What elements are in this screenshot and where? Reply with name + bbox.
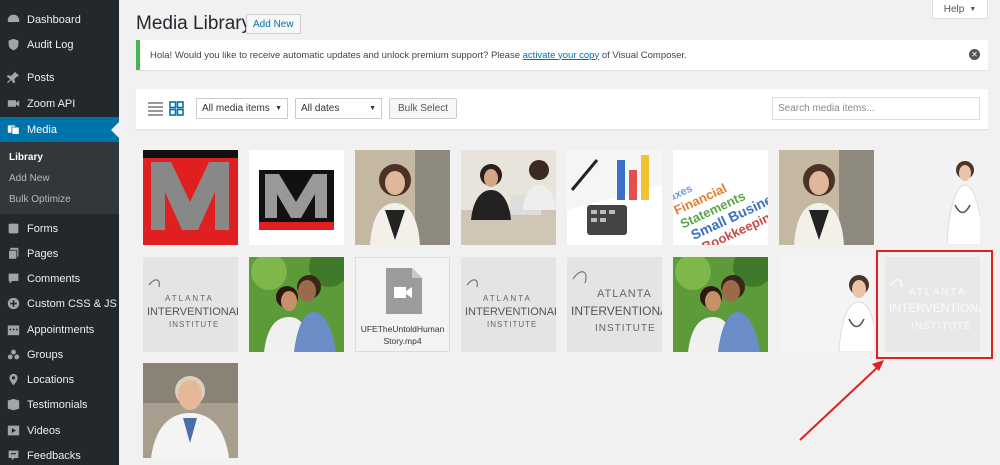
sidebar-item-videos[interactable]: Videos <box>0 418 119 443</box>
sidebar-item-audit-log[interactable]: Audit Log <box>0 32 119 57</box>
comment-icon <box>6 272 20 286</box>
calendar-icon <box>6 323 20 337</box>
media-tile-accounting-words[interactable]: Taxes Financial Statements Small Business Bo… <box>673 150 768 245</box>
sidebar-item-custom-css-js[interactable]: Custom CSS & JS <box>0 291 119 316</box>
media-toolbar: All media items ▼ All dates ▼ Bulk Select <box>136 89 988 129</box>
location-icon <box>6 373 20 387</box>
svg-text:INTERVENTIONAL: INTERVENTIONAL <box>571 304 662 318</box>
media-tile-atlanta-logo[interactable]: ATLANTA INTERVENTIONAL INSTITUTE <box>143 257 238 352</box>
submenu-bulk-optimize[interactable]: Bulk Optimize <box>9 194 71 205</box>
sidebar-item-testimonials[interactable]: Testimonials <box>0 392 119 417</box>
svg-text:ATLANTA: ATLANTA <box>165 294 214 303</box>
media-tile-logo-m-red[interactable] <box>143 150 238 245</box>
sidebar-item-label: Forms <box>27 222 59 235</box>
sidebar-item-appointments[interactable]: Appointments <box>0 317 119 342</box>
media-tile-woman-portrait[interactable] <box>355 150 450 245</box>
sidebar-item-label: Appointments <box>27 323 95 336</box>
sidebar-item-label: Audit Log <box>27 38 74 51</box>
chevron-down-icon: ▼ <box>369 105 376 112</box>
svg-text:INTERVENTIONAL: INTERVENTIONAL <box>465 306 556 318</box>
video-camera-icon <box>6 97 20 111</box>
feedback-icon <box>6 449 20 463</box>
media-type-select[interactable]: All media items ▼ <box>196 98 288 119</box>
sidebar-item-label: Testimonials <box>27 398 88 411</box>
sidebar-item-label: Custom CSS & JS <box>27 297 117 310</box>
sidebar-item-pages[interactable]: Pages <box>0 241 119 266</box>
grid-view-icon[interactable] <box>169 101 184 116</box>
pages-icon <box>6 247 20 261</box>
sidebar-item-posts[interactable]: Posts <box>0 65 119 90</box>
media-tile-female-doctor-2[interactable] <box>779 257 874 352</box>
sidebar-item-dashboard[interactable]: Dashboard <box>0 7 119 32</box>
video-filename: UFETheUntoldHumanStory.mp4 <box>360 324 445 346</box>
sidebar-item-feedbacks[interactable]: Feedbacks <box>0 443 119 465</box>
list-view-icon[interactable] <box>148 101 163 116</box>
media-submenu: Library Add New Bulk Optimize <box>0 142 119 214</box>
sidebar-item-locations[interactable]: Locations <box>0 367 119 392</box>
submenu-library[interactable]: Library <box>9 152 43 163</box>
sidebar-item-label: Dashboard <box>27 13 81 26</box>
shield-icon <box>6 38 20 52</box>
help-label: Help <box>943 3 965 15</box>
media-tile-atlanta-logo-2[interactable]: ATLANTA INTERVENTIONAL INSTITUTE <box>461 257 556 352</box>
svg-text:INSTITUTE: INSTITUTE <box>595 323 656 334</box>
sidebar-item-label: Feedbacks <box>27 449 81 462</box>
sidebar-item-zoom-api[interactable]: Zoom API <box>0 91 119 116</box>
svg-text:INTERVENTIONAL: INTERVENTIONAL <box>147 306 238 318</box>
media-tile-woman-portrait-2[interactable] <box>779 150 874 245</box>
svg-text:ATLANTA: ATLANTA <box>597 288 652 300</box>
play-icon <box>6 424 20 438</box>
media-tile-logo-m-small[interactable] <box>249 150 344 245</box>
date-select[interactable]: All dates ▼ <box>295 98 382 119</box>
update-notice: Hola! Would you like to receive automati… <box>136 40 988 70</box>
caret-down-icon: ▼ <box>969 5 977 13</box>
sidebar-item-label: Comments <box>27 272 81 285</box>
sidebar-item-groups[interactable]: Groups <box>0 342 119 367</box>
activate-link[interactable]: activate your copy <box>523 50 600 61</box>
svg-text:INSTITUTE: INSTITUTE <box>487 320 537 329</box>
media-tile-female-doctor[interactable] <box>885 150 980 245</box>
sidebar-item-media[interactable]: Media <box>0 117 119 142</box>
highlight-box <box>876 250 993 359</box>
page-title: Media Library <box>136 13 252 34</box>
sidebar-item-label: Groups <box>27 348 64 361</box>
media-tile-business-meeting[interactable] <box>461 150 556 245</box>
chevron-down-icon: ▼ <box>275 105 282 112</box>
media-tile-male-doctor[interactable] <box>143 363 238 458</box>
dashboard-icon <box>6 13 20 27</box>
media-tile-couple-smiling[interactable] <box>249 257 344 352</box>
admin-sidebar: Dashboard Audit Log Posts Zoom API Media… <box>0 0 119 465</box>
media-tile-atlanta-logo-3[interactable]: ATLANTA INTERVENTIONAL INSTITUTE <box>567 257 662 352</box>
sidebar-item-label: Zoom API <box>27 97 76 110</box>
sidebar-item-forms[interactable]: Forms <box>0 216 119 241</box>
sidebar-item-comments[interactable]: Comments <box>0 266 119 291</box>
groups-icon <box>6 348 20 362</box>
svg-text:ATLANTA: ATLANTA <box>483 294 532 303</box>
help-tab[interactable]: Help ▼ <box>932 0 988 19</box>
submenu-add-new[interactable]: Add New <box>9 173 50 184</box>
media-tile-video-file[interactable]: UFETheUntoldHumanStory.mp4 <box>355 257 450 352</box>
sidebar-item-label: Locations <box>27 373 75 386</box>
notice-text: Hola! Would you like to receive automati… <box>150 49 687 61</box>
add-new-button[interactable]: Add New <box>246 14 301 34</box>
svg-text:INSTITUTE: INSTITUTE <box>169 320 219 329</box>
annotation-arrow-icon <box>799 360 884 441</box>
media-tile-financial-charts[interactable] <box>567 150 662 245</box>
plus-circle-icon <box>6 297 20 311</box>
search-input[interactable] <box>772 97 980 120</box>
sidebar-item-label: Pages <box>27 247 59 260</box>
forms-icon <box>6 222 20 236</box>
sidebar-item-label: Videos <box>27 424 61 437</box>
sidebar-item-label: Posts <box>27 71 55 84</box>
testimonial-icon <box>6 398 20 412</box>
pin-icon <box>6 71 20 85</box>
sidebar-item-label: Media <box>27 123 57 136</box>
media-icon <box>6 123 20 137</box>
dismiss-icon[interactable]: ✕ <box>969 49 980 60</box>
bulk-select-button[interactable]: Bulk Select <box>389 98 458 119</box>
media-tile-couple-smiling-2[interactable] <box>673 257 768 352</box>
